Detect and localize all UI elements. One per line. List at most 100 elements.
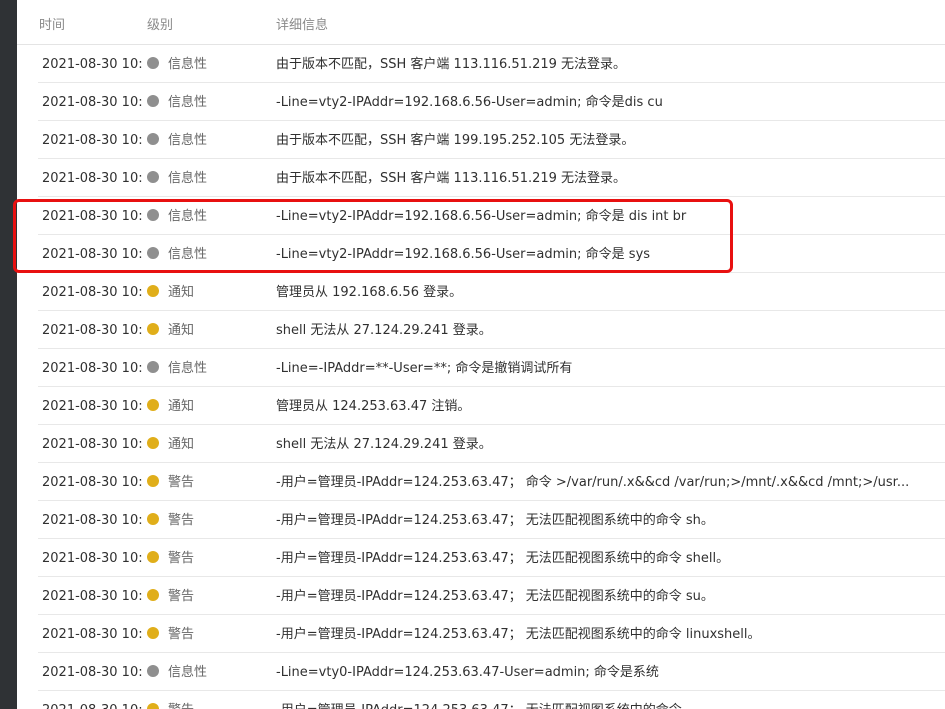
level-dot-icon: [147, 475, 159, 487]
log-level-label: 警告: [168, 513, 195, 528]
log-level: 警告: [147, 691, 287, 709]
log-detail: -用户=管理员-IPAddr=124.253.63.47； 无法匹配视图系统中的…: [276, 691, 945, 709]
table-row[interactable]: 2021-08-30 10: 信息性 -Line=-IPAddr=**-User=*…: [38, 349, 945, 387]
level-dot-icon: [147, 285, 159, 297]
log-detail: 管理员从 192.168.6.56 登录。: [276, 285, 463, 300]
log-time: 2021-08-30 10:: [42, 247, 143, 262]
log-level-label: 通知: [168, 399, 195, 414]
log-level-label: 信息性: [168, 133, 208, 148]
log-level-label: 通知: [168, 323, 195, 338]
level-dot-icon: [147, 665, 159, 677]
column-header-level[interactable]: 级别: [147, 14, 173, 33]
table-row[interactable]: 2021-08-30 10: 信息性 -Line=vty2-IPAddr=192.1…: [38, 235, 945, 273]
log-detail: shell 无法从 27.124.29.241 登录。: [276, 437, 492, 452]
log-level-label: 信息性: [168, 171, 208, 186]
log-detail: -用户=管理员-IPAddr=124.253.63.47； 无法匹配视图系统中的…: [276, 551, 730, 566]
level-dot-icon: [147, 627, 159, 639]
log-level: 通知: [147, 425, 287, 462]
log-time: 2021-08-30 10:: [42, 133, 143, 148]
table-row[interactable]: 2021-08-30 10: 警告 -用户=管理员-IPAddr=124.253.6…: [38, 615, 945, 653]
level-dot-icon: [147, 323, 159, 335]
level-dot-icon: [147, 209, 159, 221]
log-detail: -用户=管理员-IPAddr=124.253.63.47； 无法匹配视图系统中的…: [276, 627, 761, 642]
level-dot-icon: [147, 171, 159, 183]
log-time: 2021-08-30 10:: [42, 691, 144, 709]
log-time: 2021-08-30 10:: [42, 95, 143, 110]
log-level: 信息性: [147, 349, 287, 386]
table-row[interactable]: 2021-08-30 10: 通知 shell 无法从 27.124.29.241 …: [38, 311, 945, 349]
log-level-label: 警告: [168, 703, 194, 709]
log-detail: -Line=vty2-IPAddr=192.168.6.56-User=admi…: [276, 95, 663, 110]
level-dot-icon: [147, 551, 159, 563]
log-panel: 时间 级别 详细信息 2021-08-30 10: 信息性 由于版本不匹配，SSH …: [17, 0, 945, 709]
log-level-label: 信息性: [168, 209, 208, 224]
level-dot-icon: [147, 247, 159, 259]
log-detail: -Line=vty2-IPAddr=192.168.6.56-User=admi…: [276, 247, 651, 262]
log-time: 2021-08-30 10:: [42, 665, 143, 680]
log-time: 2021-08-30 10:: [42, 513, 143, 528]
log-level-label: 信息性: [168, 361, 208, 376]
table-row[interactable]: 2021-08-30 10: 信息性 由于版本不匹配，SSH 客户端 199.195…: [38, 121, 945, 159]
table-row[interactable]: 2021-08-30 10: 通知 管理员从 192.168.6.56 登录。: [38, 273, 945, 311]
log-detail: -用户=管理员-IPAddr=124.253.63.47； 命令 >/var/r…: [276, 475, 910, 490]
level-dot-icon: [147, 57, 159, 69]
log-level: 警告: [147, 463, 287, 500]
table-row[interactable]: 2021-08-30 10: 信息性 由于版本不匹配，SSH 客户端 113.116…: [38, 45, 945, 83]
table-row[interactable]: 2021-08-30 10: 信息性 由于版本不匹配，SSH 客户端 113.116…: [38, 159, 945, 197]
log-level-label: 警告: [168, 627, 195, 642]
log-level-label: 信息性: [168, 57, 208, 72]
log-level: 警告: [147, 615, 287, 652]
table-row[interactable]: 2021-08-30 10: 信息性 -Line=vty2-IPAddr=192.1…: [38, 197, 945, 235]
column-header-detail[interactable]: 详细信息: [276, 14, 328, 33]
table-row[interactable]: 2021-08-30 10: 警告 -用户=管理员-IPAddr=124.253.6…: [38, 577, 945, 615]
log-time: 2021-08-30 10:: [42, 285, 143, 300]
table-row[interactable]: 2021-08-30 10: 通知 管理员从 124.253.63.47 注销。: [38, 387, 945, 425]
log-level: 警告: [147, 539, 287, 576]
log-level-label: 通知: [168, 285, 195, 300]
log-level: 信息性: [147, 159, 287, 196]
log-level: 警告: [147, 501, 287, 538]
log-level: 信息性: [147, 197, 287, 234]
log-level: 警告: [147, 577, 287, 614]
log-level: 信息性: [147, 121, 287, 158]
log-level: 通知: [147, 311, 287, 348]
log-level-label: 警告: [168, 589, 195, 604]
log-level-label: 警告: [168, 551, 195, 566]
table-row[interactable]: 2021-08-30 10: 信息性 -Line=vty2-IPAddr=192.1…: [38, 83, 945, 121]
log-time: 2021-08-30 10:: [42, 171, 143, 186]
log-level: 通知: [147, 273, 287, 310]
table-row[interactable]: 2021-08-30 10: 信息性 -Line=vty0-IPAddr=124.2…: [38, 653, 945, 691]
log-detail: 由于版本不匹配，SSH 客户端 113.116.51.219 无法登录。: [276, 57, 627, 72]
column-header-time[interactable]: 时间: [39, 14, 65, 33]
table-row[interactable]: 2021-08-30 10: 警告 -用户=管理员-IPAddr=124.253.6…: [38, 463, 945, 501]
log-level: 信息性: [147, 45, 287, 82]
log-detail: -用户=管理员-IPAddr=124.253.63.47； 无法匹配视图系统中的…: [276, 589, 714, 604]
log-detail: 由于版本不匹配，SSH 客户端 199.195.252.105 无法登录。: [276, 133, 635, 148]
log-detail: 管理员从 124.253.63.47 注销。: [276, 399, 471, 414]
log-time: 2021-08-30 10:: [42, 323, 143, 338]
log-level-label: 信息性: [168, 247, 208, 262]
log-detail: -Line=-IPAddr=**-User=**; 命令是撤销调试所有: [276, 361, 573, 376]
level-dot-icon: [147, 437, 159, 449]
table-row[interactable]: 2021-08-30 10: 警告 -用户=管理员-IPAddr=124.253.6…: [38, 691, 945, 709]
log-time: 2021-08-30 10:: [42, 475, 143, 490]
table-row[interactable]: 2021-08-30 10: 警告 -用户=管理员-IPAddr=124.253.6…: [38, 539, 945, 577]
level-dot-icon: [147, 361, 159, 373]
log-level-label: 通知: [168, 437, 195, 452]
log-time: 2021-08-30 10:: [42, 627, 143, 642]
level-dot-icon: [147, 513, 159, 525]
log-level-label: 信息性: [168, 95, 208, 110]
table-row[interactable]: 2021-08-30 10: 通知 shell 无法从 27.124.29.241 …: [38, 425, 945, 463]
table-header: 时间 级别 详细信息: [17, 0, 945, 45]
level-dot-icon: [147, 589, 159, 601]
table-row[interactable]: 2021-08-30 10: 警告 -用户=管理员-IPAddr=124.253.6…: [38, 501, 945, 539]
level-dot-icon: [147, 95, 159, 107]
level-dot-icon: [147, 133, 159, 145]
log-time: 2021-08-30 10:: [42, 551, 143, 566]
log-level: 信息性: [147, 653, 287, 690]
level-dot-icon: [147, 703, 159, 709]
log-level: 信息性: [147, 235, 287, 272]
log-level: 通知: [147, 387, 287, 424]
log-detail: -Line=vty2-IPAddr=192.168.6.56-User=admi…: [276, 209, 687, 224]
log-time: 2021-08-30 10:: [42, 57, 143, 72]
